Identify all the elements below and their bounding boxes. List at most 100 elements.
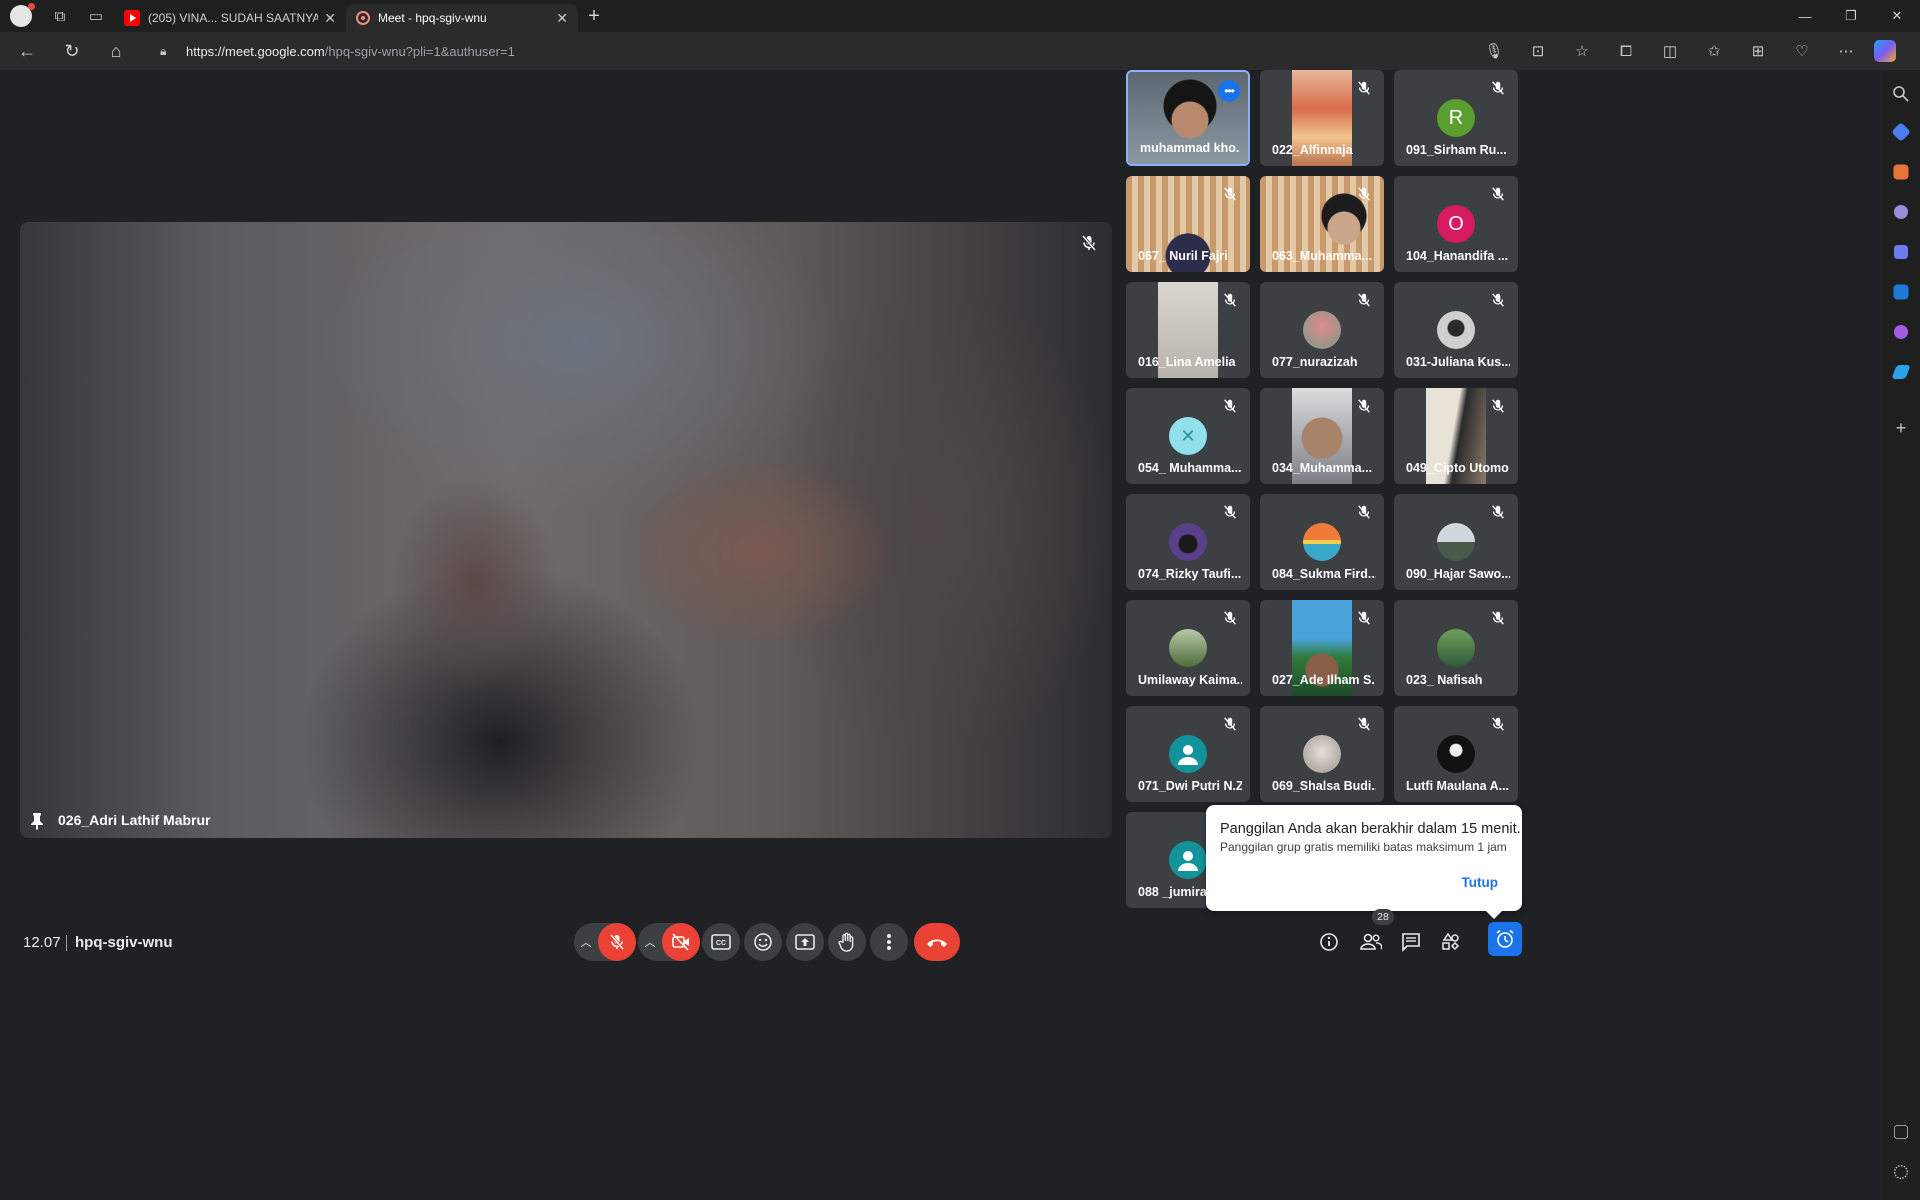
audio-options-chevron-icon[interactable]: ︿ [574, 934, 598, 950]
address-bar[interactable]: 🔒︎ https://meet.google.com/hpq-sgiv-wnu?… [146, 36, 1596, 66]
pin-icon[interactable] [30, 812, 44, 830]
participant-tile[interactable]: 027_Ade Ilham S. [1260, 600, 1384, 696]
copilot-icon[interactable] [1874, 40, 1896, 62]
mic-off-icon [1492, 717, 1504, 731]
close-tab-icon[interactable]: ✕ [324, 10, 336, 27]
more-options-button[interactable] [870, 923, 908, 961]
mic-toggle-button[interactable] [598, 923, 636, 961]
collections-icon[interactable]: ⊞ [1736, 42, 1780, 60]
screenshot-icon[interactable] [1894, 1125, 1908, 1139]
mic-off-icon [1492, 611, 1504, 625]
youtube-icon [124, 10, 140, 26]
pinned-video-tile[interactable]: 026_Adri Lathif Mabrur [20, 222, 1112, 838]
present-screen-button[interactable] [786, 923, 824, 961]
participant-tile[interactable]: ✕ 054_ Muhamma... [1126, 388, 1250, 484]
call-timer-button[interactable] [1488, 922, 1522, 956]
camera-control: ︿ [638, 923, 700, 961]
mic-off-icon [1358, 399, 1370, 413]
microphone-permission-icon[interactable]: 🎙︎ [1472, 42, 1516, 60]
home-icon[interactable]: ⌂ [94, 32, 138, 70]
reactions-button[interactable] [744, 923, 782, 961]
leave-call-button[interactable] [914, 923, 960, 961]
new-tab-button[interactable]: + [578, 5, 610, 28]
participant-tile[interactable]: 084_Sukma Fird... [1260, 494, 1384, 590]
participant-tile[interactable]: 023_ Nafisah [1394, 600, 1518, 696]
more-options-icon[interactable]: ••• [1218, 80, 1240, 102]
participant-avatar [1169, 523, 1207, 561]
tab-meet[interactable]: Meet - hpq-sgiv-wnu ✕ [346, 4, 578, 90]
participant-tile[interactable]: 069_Shalsa Budi... [1260, 706, 1384, 802]
outlook-icon[interactable] [1893, 284, 1909, 300]
mic-off-icon [1492, 399, 1504, 413]
designer-icon[interactable] [1894, 325, 1908, 339]
participant-tile[interactable]: 022_Alfinnaja [1260, 70, 1384, 166]
participant-name: 063_Muhamma... [1272, 249, 1373, 263]
close-tab-icon[interactable]: ✕ [556, 10, 568, 27]
letter-avatar: O [1437, 205, 1475, 243]
participant-tile[interactable]: O 104_Hanandifa ... [1394, 176, 1518, 272]
participant-tile[interactable]: ••• muhammad kho... [1126, 70, 1250, 166]
split-screen-icon[interactable]: ◫ [1648, 42, 1692, 60]
participant-tile[interactable]: R 091_Sirham Ru... [1394, 70, 1518, 166]
participant-tile[interactable]: 067_ Nuril Fajri [1126, 176, 1250, 272]
raise-hand-button[interactable] [828, 923, 866, 961]
microphone-control: ︿ [574, 923, 636, 961]
sidebar-settings-icon[interactable] [1894, 1165, 1908, 1179]
mic-off-icon [1492, 187, 1504, 201]
copilot-sidebar-icon[interactable] [1894, 245, 1908, 259]
participant-tile[interactable]: 031-Juliana Kus... [1394, 282, 1518, 378]
participant-name: 084_Sukma Fird... [1272, 567, 1376, 581]
participant-name: 049_Cipto Utomo [1406, 461, 1509, 475]
participant-name: 091_Sirham Ru... [1406, 143, 1507, 157]
mic-off-icon [1081, 235, 1097, 251]
participant-tile[interactable]: 063_Muhamma... [1260, 176, 1384, 272]
lock-icon[interactable]: 🔒︎ [160, 44, 174, 58]
participant-tile[interactable]: 034_Muhamma... [1260, 388, 1384, 484]
back-icon[interactable]: ← [5, 32, 49, 70]
telegram-icon[interactable] [1891, 365, 1911, 379]
more-options-icon[interactable]: ⋯ [1824, 42, 1868, 60]
close-notification-button[interactable]: Tutup [1462, 875, 1498, 890]
participant-tile[interactable]: 071_Dwi Putri N.Z [1126, 706, 1250, 802]
workspaces-icon[interactable]: ⧉ [42, 0, 78, 32]
refresh-icon[interactable]: ↻ [50, 32, 94, 70]
present-screen-icon [795, 934, 815, 950]
chat-button[interactable] [1398, 929, 1424, 955]
app-available-icon[interactable]: ⊡ [1516, 42, 1560, 60]
extensions-icon[interactable]: ⧠ [1604, 43, 1648, 60]
participant-name: 027_Ade Ilham S. [1272, 673, 1375, 687]
add-sidebar-app-icon[interactable]: + [1891, 418, 1911, 438]
participant-tile[interactable]: 077_nurazizah [1260, 282, 1384, 378]
profile-avatar[interactable] [10, 3, 35, 27]
favorites-icon[interactable]: ✩ [1692, 42, 1736, 60]
performance-icon[interactable]: ♡ [1780, 42, 1824, 60]
restore-icon[interactable]: ❐ [1828, 0, 1874, 32]
favorite-star-icon[interactable]: ☆ [1560, 42, 1604, 60]
minimize-icon[interactable]: — [1782, 0, 1828, 32]
search-icon[interactable] [1891, 84, 1911, 104]
participant-tile[interactable]: Umilaway Kaima... [1126, 600, 1250, 696]
people-button[interactable] [1358, 929, 1384, 955]
participant-avatar [1437, 735, 1475, 773]
participant-tile[interactable]: 090_Hajar Sawo... [1394, 494, 1518, 590]
participant-avatar [1169, 629, 1207, 667]
participant-tile[interactable]: Lutfi Maulana A... [1394, 706, 1518, 802]
activities-button[interactable] [1438, 929, 1464, 955]
camera-toggle-button[interactable] [662, 923, 700, 961]
video-options-chevron-icon[interactable]: ︿ [638, 934, 662, 950]
participant-tile[interactable]: 016_Lina Amelia [1126, 282, 1250, 378]
emoji-icon [754, 933, 772, 951]
participant-name: 074_Rizky Taufi... [1138, 567, 1242, 581]
tools-icon[interactable] [1893, 164, 1909, 180]
mic-off-icon [1358, 187, 1370, 201]
close-window-icon[interactable]: ✕ [1874, 0, 1920, 32]
participant-tile[interactable]: 049_Cipto Utomo [1394, 388, 1518, 484]
participant-tile[interactable]: 074_Rizky Taufi... [1126, 494, 1250, 590]
meeting-details-button[interactable] [1316, 929, 1342, 955]
tab-actions-icon[interactable]: ▭ [78, 0, 114, 32]
tab-youtube[interactable]: (205) VINA... SUDAH SAATNYA BI ✕ [114, 4, 346, 32]
browser-tab-bar: ⧉ ▭ (205) VINA... SUDAH SAATNYA BI ✕ Mee… [0, 0, 1920, 90]
captions-button[interactable]: CC [702, 923, 740, 961]
shopping-tag-icon[interactable] [1891, 122, 1911, 142]
games-icon[interactable] [1894, 205, 1908, 219]
